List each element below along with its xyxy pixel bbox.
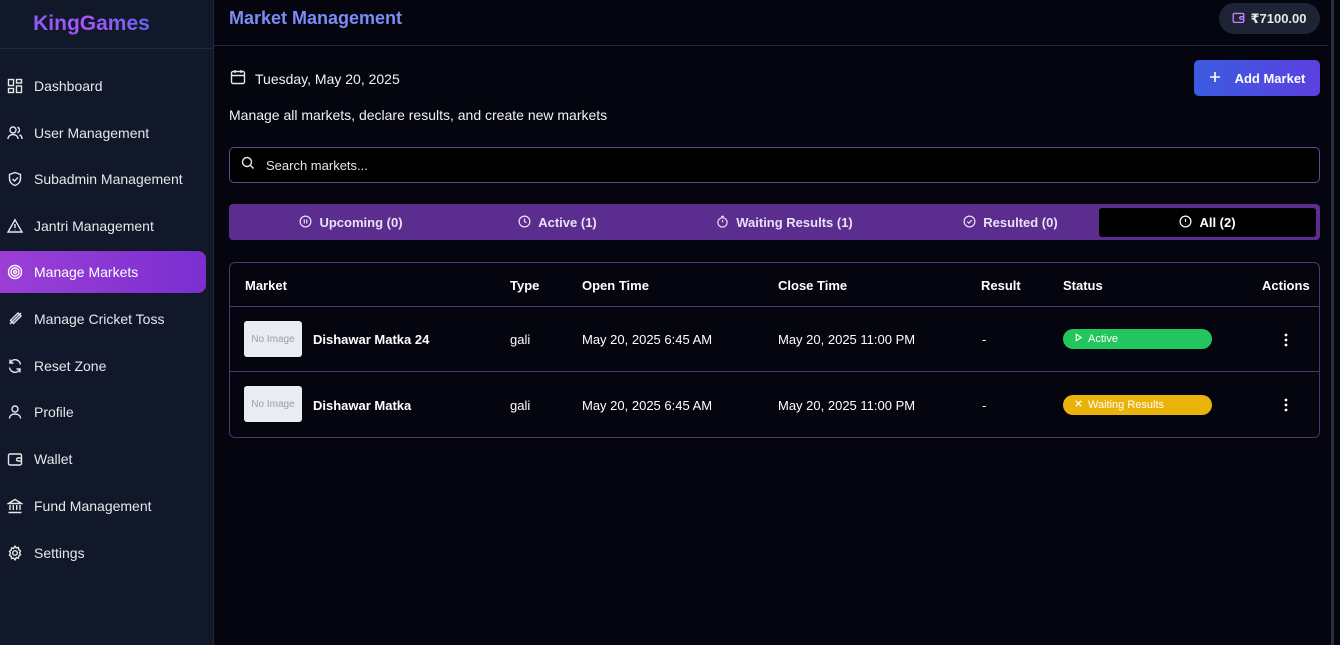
tab-label: Resulted (0)	[983, 215, 1058, 230]
sidebar-item-subadmin-management[interactable]: Subadmin Management	[0, 158, 206, 200]
wallet-icon	[7, 451, 23, 467]
sidebar-item-label: Settings	[34, 545, 85, 561]
market-name: Dishawar Matka	[313, 398, 412, 413]
add-market-label: Add Market	[1234, 70, 1306, 86]
markets-table: Market Type Open Time Close Time Result …	[229, 262, 1320, 438]
sidebar-item-label: Dashboard	[34, 78, 103, 94]
search-input[interactable]	[266, 157, 1166, 173]
close-icon	[1074, 399, 1083, 411]
sidebar-item-label: Profile	[34, 404, 74, 420]
close-time: May 20, 2025 11:00 PM	[778, 332, 916, 347]
tab-upcoming[interactable]: Upcoming (0)	[234, 208, 468, 237]
header: Market Management ₹7100.00	[214, 0, 1329, 46]
sidebar-item-label: User Management	[34, 125, 150, 141]
page-title: Market Management	[229, 8, 403, 28]
market-name: Dishawar Matka 24	[313, 332, 430, 347]
sidebar-item-settings[interactable]: Settings	[0, 532, 206, 574]
open-time: May 20, 2025 6:45 AM	[582, 398, 713, 413]
market-thumbnail: No Image	[244, 321, 302, 357]
tab-label: Upcoming (0)	[319, 215, 403, 230]
search-bar[interactable]	[229, 147, 1320, 183]
status-label: Active	[1088, 333, 1118, 345]
column-header-result: Result	[981, 278, 1021, 293]
sidebar-item-manage-cricket-toss[interactable]: Manage Cricket Toss	[0, 298, 206, 340]
brand-logo-text: KingGames	[33, 12, 150, 35]
search-icon	[241, 156, 255, 175]
plus-icon	[1209, 71, 1221, 86]
tab-all[interactable]: All (2)	[1099, 208, 1316, 237]
target-icon	[7, 264, 23, 280]
balance-amount: ₹7100.00	[1250, 10, 1307, 26]
sidebar-item-label: Jantri Management	[34, 218, 154, 234]
sidebar-item-label: Reset Zone	[34, 358, 107, 374]
play-icon	[1074, 333, 1083, 345]
dashboard-icon	[7, 78, 23, 94]
sidebar-item-profile[interactable]: Profile	[0, 391, 206, 433]
open-time: May 20, 2025 6:45 AM	[582, 332, 713, 347]
status-badge: Waiting Results	[1063, 395, 1212, 415]
wallet-icon	[1232, 11, 1245, 27]
bank-icon	[7, 498, 23, 514]
refresh-icon	[7, 358, 23, 374]
sidebar-item-user-management[interactable]: User Management	[0, 112, 206, 154]
tab-waiting-results[interactable]: Waiting Results (1)	[647, 208, 922, 237]
tab-label: Waiting Results (1)	[736, 215, 853, 230]
tab-label: All (2)	[1199, 215, 1236, 230]
tab-resulted[interactable]: Resulted (0)	[923, 208, 1098, 237]
add-market-button[interactable]: Add Market	[1194, 60, 1320, 96]
sidebar-item-manage-markets[interactable]: Manage Markets	[0, 251, 206, 293]
scrollbar-track[interactable]	[1331, 0, 1334, 645]
more-actions-icon[interactable]	[1280, 331, 1292, 349]
table-row[interactable]: No Image Dishawar Matka 24 gali May 20, …	[230, 306, 1319, 371]
sidebar-item-wallet[interactable]: Wallet	[0, 438, 206, 480]
close-time: May 20, 2025 11:00 PM	[778, 398, 916, 413]
column-header-market: Market	[245, 278, 287, 293]
market-thumbnail: No Image	[244, 386, 302, 422]
cricket-bat-icon	[7, 311, 23, 327]
market-type: gali	[510, 398, 531, 413]
status-tabs: Upcoming (0) Active (1) Waiting Results …	[229, 204, 1320, 240]
result-value: -	[982, 332, 987, 347]
sidebar-item-label: Manage Cricket Toss	[34, 311, 165, 327]
market-type: gali	[510, 332, 531, 347]
sidebar-item-label: Manage Markets	[34, 264, 139, 280]
warning-icon	[7, 218, 23, 234]
users-icon	[7, 125, 23, 141]
sidebar-item-label: Subadmin Management	[34, 171, 183, 187]
result-value: -	[982, 398, 987, 413]
column-header-close-time: Close Time	[778, 278, 848, 293]
pause-icon	[299, 215, 312, 231]
wallet-balance[interactable]: ₹7100.00	[1219, 3, 1320, 34]
clock-icon	[518, 215, 531, 231]
tab-label: Active (1)	[538, 215, 597, 230]
page-subtitle: Manage all markets, declare results, and…	[229, 107, 608, 123]
brand[interactable]: KingGames	[0, 0, 213, 49]
shield-icon	[7, 171, 23, 187]
table-row[interactable]: No Image Dishawar Matka gali May 20, 202…	[230, 371, 1319, 436]
current-date: Tuesday, May 20, 2025	[230, 69, 400, 88]
sidebar-item-label: Fund Management	[34, 498, 152, 514]
check-circle-icon	[963, 215, 976, 231]
alert-circle-icon	[1179, 215, 1192, 231]
tab-active[interactable]: Active (1)	[470, 208, 645, 237]
sidebar-item-label: Wallet	[34, 451, 73, 467]
gear-icon	[7, 545, 23, 561]
status-badge: Active	[1063, 329, 1212, 349]
sidebar-item-fund-management[interactable]: Fund Management	[0, 485, 206, 527]
calendar-icon	[230, 69, 246, 88]
status-label: Waiting Results	[1088, 399, 1165, 411]
user-icon	[7, 404, 23, 420]
sidebar-item-dashboard[interactable]: Dashboard	[0, 65, 206, 107]
column-header-open-time: Open Time	[582, 278, 649, 293]
scrollbar[interactable]	[1329, 0, 1340, 645]
date-text: Tuesday, May 20, 2025	[255, 70, 400, 87]
sidebar: KingGames Dashboard User Management Suba…	[0, 0, 214, 645]
column-header-actions: Actions	[1262, 278, 1310, 293]
timer-icon	[716, 215, 729, 231]
column-header-status: Status	[1063, 278, 1103, 293]
column-header-type: Type	[510, 278, 540, 293]
more-actions-icon[interactable]	[1280, 396, 1292, 414]
sidebar-item-reset-zone[interactable]: Reset Zone	[0, 345, 206, 387]
sidebar-item-jantri-management[interactable]: Jantri Management	[0, 205, 206, 247]
